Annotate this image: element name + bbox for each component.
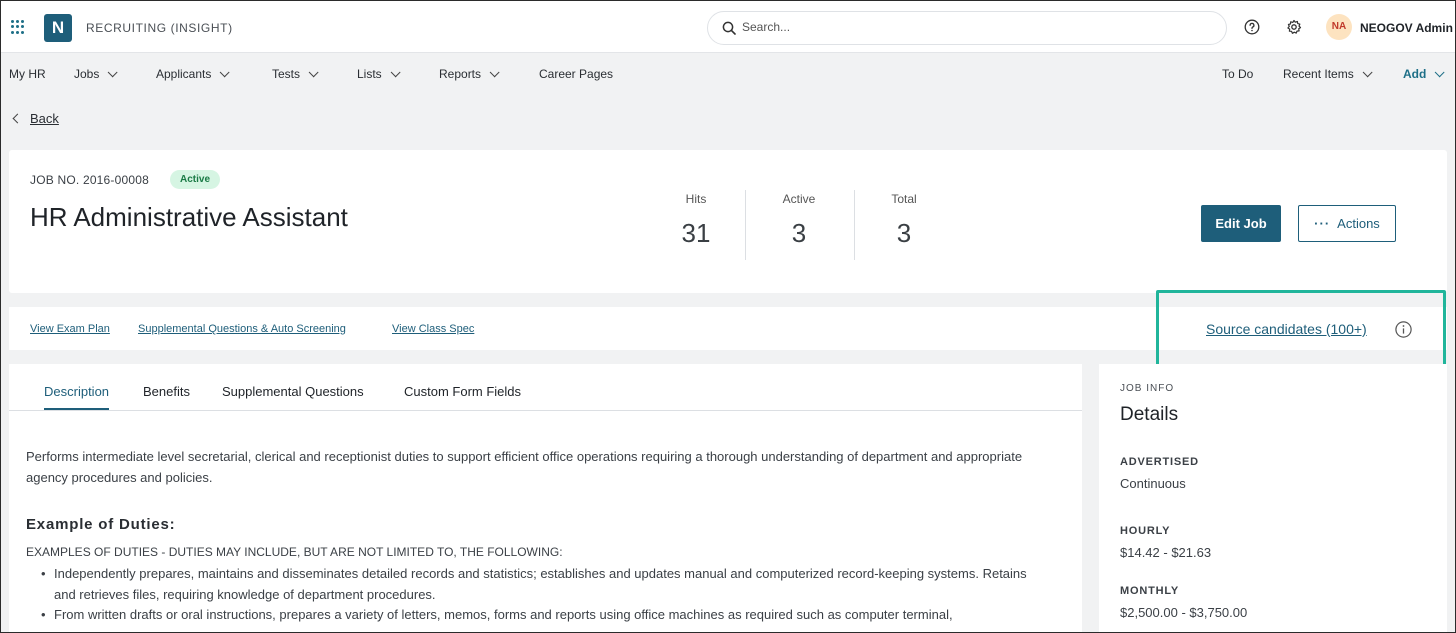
job-info-eyebrow: JOB INFO: [1120, 383, 1175, 394]
actions-button[interactable]: ··· Actions: [1298, 205, 1396, 242]
detail-key: HOURLY: [1120, 525, 1171, 537]
nav-label: Recent Items: [1283, 67, 1354, 81]
stat-total: Total 3: [879, 192, 929, 249]
supplemental-questions-link[interactable]: Supplemental Questions & Auto Screening: [138, 323, 346, 335]
nav-jobs[interactable]: Jobs: [74, 67, 118, 81]
nav-label: Reports: [439, 67, 482, 81]
help-icon[interactable]: [1244, 19, 1260, 35]
stat-label: Total: [891, 192, 917, 206]
tab-custom-form-fields[interactable]: Custom Form Fields: [404, 384, 521, 408]
actions-label: Actions: [1337, 216, 1380, 231]
info-icon[interactable]: [1395, 321, 1412, 338]
nav-my-hr[interactable]: My HR: [9, 67, 46, 81]
nav-label: To Do: [1222, 67, 1254, 81]
nav-label: My HR: [9, 67, 46, 81]
content-tabs: Description Benefits Supplemental Questi…: [9, 364, 1082, 411]
nav-applicants[interactable]: Applicants: [156, 67, 230, 81]
detail-value: $14.42 - $21.63: [1120, 545, 1212, 560]
chevron-down-icon: [489, 67, 500, 78]
search-box[interactable]: [707, 11, 1227, 45]
section-title: Example of Duties:: [26, 516, 176, 533]
tab-description[interactable]: Description: [44, 384, 110, 410]
duties-list: Independently prepares, maintains and di…: [41, 564, 1051, 626]
user-name[interactable]: NEOGOV Admin: [1360, 21, 1453, 35]
back-label: Back: [30, 111, 59, 126]
stat-divider: [745, 190, 746, 260]
top-bar: N RECRUITING (INSIGHT) NA NEOGOV Admin: [1, 1, 1455, 53]
chevron-down-icon: [308, 67, 319, 78]
tab-supplemental-questions[interactable]: Supplemental Questions: [222, 384, 364, 408]
job-number: JOB NO. 2016-00008: [30, 173, 150, 187]
neogov-logo[interactable]: N: [44, 14, 72, 42]
nav-label: Add: [1403, 67, 1427, 81]
detail-key: ADVERTISED: [1120, 456, 1199, 468]
job-links-row: View Exam Plan Supplemental Questions & …: [9, 307, 1447, 350]
search-input[interactable]: [742, 20, 1212, 34]
source-candidates-link[interactable]: Source candidates (100+): [1206, 321, 1367, 337]
stat-value: 3: [791, 218, 807, 248]
detail-value: Continuous: [1120, 476, 1186, 491]
nav-career-pages[interactable]: Career Pages: [539, 67, 613, 81]
nav-to-do[interactable]: To Do: [1222, 67, 1253, 81]
nav-label: Applicants: [156, 67, 212, 81]
chevron-down-icon: [220, 67, 230, 78]
stat-active: Active 3: [774, 192, 824, 249]
view-class-spec-link[interactable]: View Class Spec: [392, 323, 474, 335]
nav-label: Jobs: [74, 67, 100, 81]
job-info-card: JOB INFO Details ADVERTISED Continuous H…: [1099, 364, 1447, 632]
app-launcher-icon[interactable]: [11, 20, 25, 34]
nav-recent-items[interactable]: Recent Items: [1283, 67, 1373, 81]
chevron-left-icon: [12, 113, 23, 124]
nav-lists[interactable]: Lists: [357, 67, 401, 81]
nav-label: Career Pages: [539, 67, 614, 81]
stat-divider: [854, 190, 855, 260]
job-info-title: Details: [1120, 404, 1179, 425]
nav-reports[interactable]: Reports: [439, 67, 500, 81]
search-icon: [722, 21, 736, 35]
user-avatar[interactable]: NA: [1326, 14, 1352, 40]
more-dots-icon: ···: [1314, 216, 1331, 231]
list-item: From written drafts or oral instructions…: [41, 605, 1051, 626]
job-header-card: JOB NO. 2016-00008 Active HR Administrat…: [9, 150, 1447, 293]
detail-key: MONTHLY: [1120, 585, 1179, 597]
settings-gear-icon[interactable]: [1286, 19, 1302, 35]
stat-label: Active: [782, 192, 816, 206]
edit-job-button[interactable]: Edit Job: [1201, 205, 1281, 242]
app-title: RECRUITING (INSIGHT): [86, 21, 233, 35]
status-badge: Active: [170, 170, 221, 189]
stat-value: 3: [896, 218, 912, 248]
chevron-down-icon: [1434, 67, 1445, 78]
back-link[interactable]: Back: [12, 111, 59, 126]
detail-value: $2,500.00 - $3,750.00: [1120, 605, 1248, 620]
job-title: HR Administrative Assistant: [30, 202, 348, 232]
main-nav: My HR Jobs Applicants Tests Lists Report…: [1, 53, 1455, 93]
nav-label: Lists: [357, 67, 382, 81]
duties-intro: EXAMPLES OF DUTIES - DUTIES MAY INCLUDE,…: [26, 545, 563, 559]
chevron-down-icon: [390, 67, 401, 78]
tab-benefits[interactable]: Benefits: [143, 384, 190, 408]
stat-value: 31: [681, 218, 711, 248]
view-exam-plan-link[interactable]: View Exam Plan: [30, 323, 110, 335]
nav-add[interactable]: Add: [1403, 67, 1445, 81]
list-item: Independently prepares, maintains and di…: [41, 564, 1051, 605]
job-summary: Performs intermediate level secretarial,…: [26, 449, 1023, 485]
nav-tests[interactable]: Tests: [272, 67, 319, 81]
job-content-card: Description Benefits Supplemental Questi…: [9, 364, 1082, 632]
nav-label: Tests: [272, 67, 301, 81]
stat-hits: Hits 31: [671, 192, 721, 249]
chevron-down-icon: [1362, 67, 1373, 78]
stat-label: Hits: [685, 192, 707, 206]
chevron-down-icon: [108, 67, 118, 78]
